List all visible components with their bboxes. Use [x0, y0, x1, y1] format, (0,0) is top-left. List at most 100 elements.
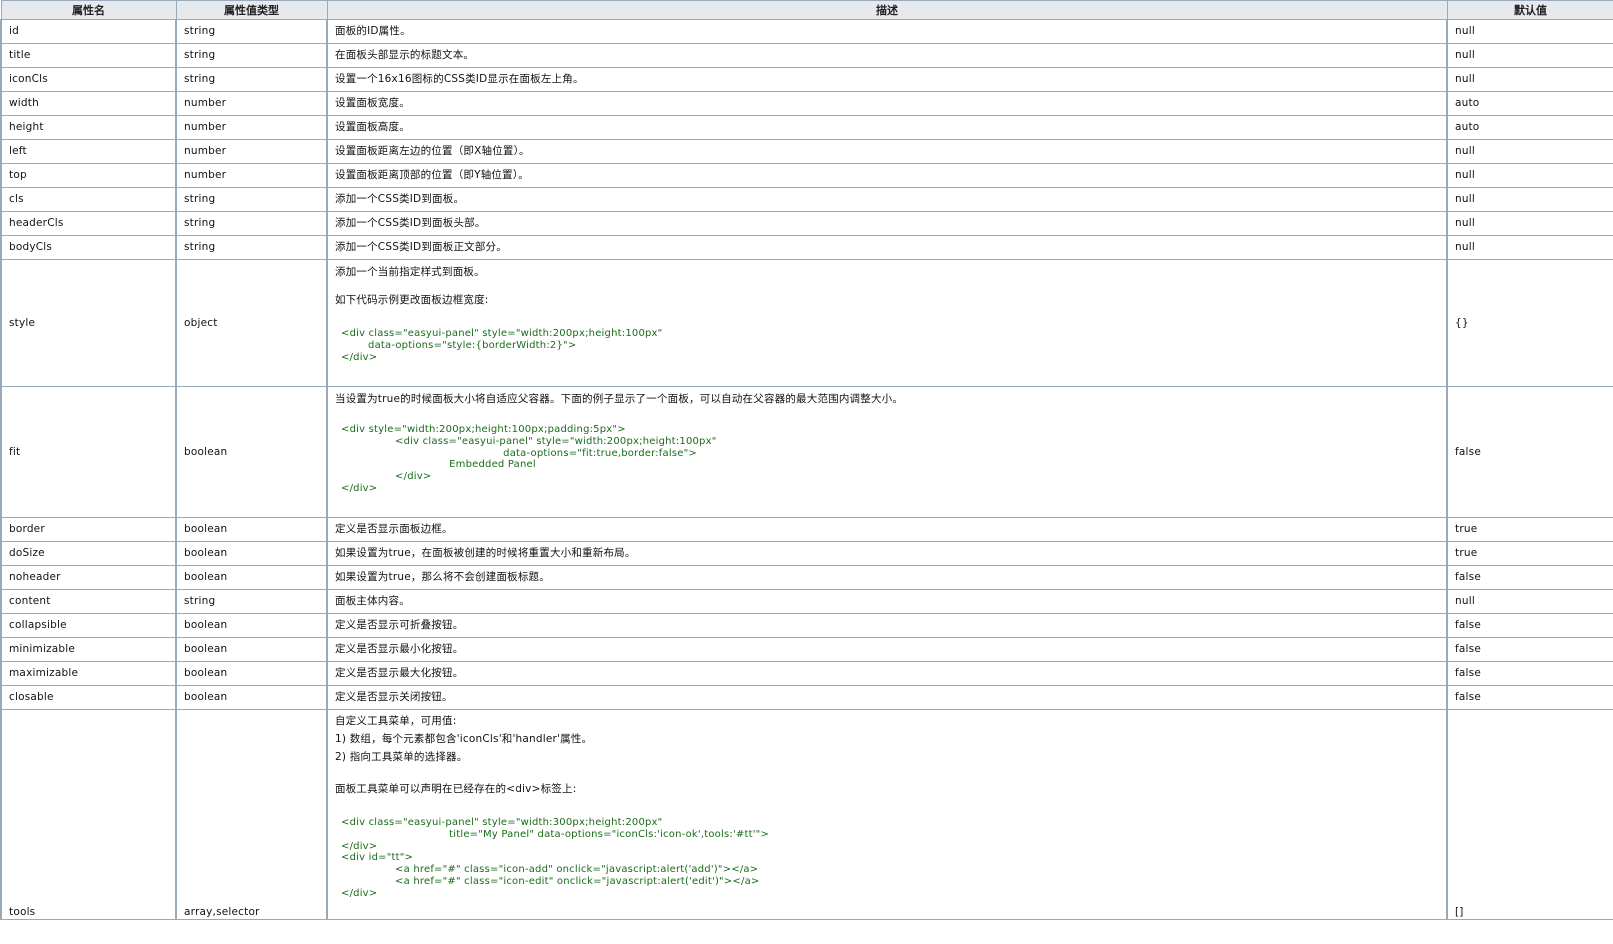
- cell-type: string: [175, 43, 328, 68]
- table-row: style object 添加一个当前指定样式到面板。 如下代码示例更改面板边框…: [0, 259, 1613, 387]
- cell-default: []: [1446, 709, 1613, 920]
- header-default: 默认值: [1446, 0, 1613, 20]
- table-row: width number 设置面板宽度。 auto: [0, 91, 1613, 116]
- cell-default: null: [1446, 19, 1613, 44]
- cell-desc: 面板的ID属性。: [326, 19, 1448, 44]
- cell-default: false: [1446, 661, 1613, 686]
- cell-name: height: [0, 115, 177, 140]
- cell-name: noheader: [0, 565, 177, 590]
- cell-default: null: [1446, 67, 1613, 92]
- cell-desc: 面板主体内容。: [326, 589, 1448, 614]
- cell-type: string: [175, 235, 328, 260]
- table-row: border boolean 定义是否显示面板边框。 true: [0, 517, 1613, 542]
- cell-default: false: [1446, 685, 1613, 710]
- table-row: iconCls string 设置一个16x16图标的CSS类ID显示在面板左上…: [0, 67, 1613, 92]
- table-row: content string 面板主体内容。 null: [0, 589, 1613, 614]
- cell-desc: 设置面板距离左边的位置（即X轴位置）。: [326, 139, 1448, 164]
- cell-default: true: [1446, 541, 1613, 566]
- cell-type: string: [175, 19, 328, 44]
- cell-desc: 定义是否显示面板边框。: [326, 517, 1448, 542]
- table-header-row: 属性名 属性值类型 描述 默认值: [0, 0, 1613, 20]
- cell-desc: 定义是否显示可折叠按钮。: [326, 613, 1448, 638]
- header-desc: 描述: [326, 0, 1448, 20]
- cell-desc: 设置面板高度。: [326, 115, 1448, 140]
- cell-type: number: [175, 139, 328, 164]
- cell-type: number: [175, 91, 328, 116]
- desc-text: 自定义工具菜单，可用值:: [335, 715, 457, 727]
- cell-name: border: [0, 517, 177, 542]
- cell-desc: 设置一个16x16图标的CSS类ID显示在面板左上角。: [326, 67, 1448, 92]
- cell-type: boolean: [175, 541, 328, 566]
- code-sample: <div class="easyui-panel" style="width:2…: [341, 328, 663, 363]
- cell-default: auto: [1446, 91, 1613, 116]
- cell-default: null: [1446, 589, 1613, 614]
- cell-type: array,selector: [175, 709, 328, 920]
- table-row: collapsible boolean 定义是否显示可折叠按钮。 false: [0, 613, 1613, 638]
- table-row: top number 设置面板距离顶部的位置（即Y轴位置）。 null: [0, 163, 1613, 188]
- cell-default: false: [1446, 637, 1613, 662]
- header-name: 属性名: [0, 0, 177, 20]
- cell-name: title: [0, 43, 177, 68]
- cell-default: null: [1446, 163, 1613, 188]
- table-row: tools array,selector 自定义工具菜单，可用值: 1) 数组，…: [0, 709, 1613, 920]
- cell-type: string: [175, 211, 328, 236]
- attribute-table: 属性名 属性值类型 描述 默认值 id string 面板的ID属性。 null…: [0, 0, 1613, 920]
- cell-name: doSize: [0, 541, 177, 566]
- cell-default: null: [1446, 211, 1613, 236]
- cell-type: boolean: [175, 517, 328, 542]
- cell-desc: 定义是否显示最小化按钮。: [326, 637, 1448, 662]
- cell-name: left: [0, 139, 177, 164]
- cell-default: false: [1446, 386, 1613, 518]
- table-row: doSize boolean 如果设置为true，在面板被创建的时候将重置大小和…: [0, 541, 1613, 566]
- cell-default: null: [1446, 235, 1613, 260]
- cell-name: minimizable: [0, 637, 177, 662]
- cell-name: tools: [0, 709, 177, 920]
- cell-default: null: [1446, 43, 1613, 68]
- table-row: noheader boolean 如果设置为true，那么将不会创建面板标题。 …: [0, 565, 1613, 590]
- cell-type: number: [175, 115, 328, 140]
- cell-default: null: [1446, 139, 1613, 164]
- desc-text: 添加一个当前指定样式到面板。: [335, 266, 485, 278]
- cell-type: string: [175, 187, 328, 212]
- cell-type: boolean: [175, 613, 328, 638]
- cell-desc: 自定义工具菜单，可用值: 1) 数组，每个元素都包含'iconCls'和'han…: [326, 709, 1448, 920]
- cell-name: fit: [0, 386, 177, 518]
- cell-type: number: [175, 163, 328, 188]
- table-row: fit boolean 当设置为true的时候面板大小将自适应父容器。下面的例子…: [0, 386, 1613, 518]
- desc-text: 当设置为true的时候面板大小将自适应父容器。下面的例子显示了一个面板，可以自动…: [335, 393, 904, 405]
- cell-name: id: [0, 19, 177, 44]
- table-row: id string 面板的ID属性。 null: [0, 19, 1613, 44]
- table-row: headerCls string 添加一个CSS类ID到面板头部。 null: [0, 211, 1613, 236]
- cell-type: boolean: [175, 386, 328, 518]
- table-row: left number 设置面板距离左边的位置（即X轴位置）。 null: [0, 139, 1613, 164]
- cell-desc: 在面板头部显示的标题文本。: [326, 43, 1448, 68]
- cell-desc: 当设置为true的时候面板大小将自适应父容器。下面的例子显示了一个面板，可以自动…: [326, 386, 1448, 518]
- cell-desc: 添加一个当前指定样式到面板。 如下代码示例更改面板边框宽度: <div clas…: [326, 259, 1448, 387]
- table-row: minimizable boolean 定义是否显示最小化按钮。 false: [0, 637, 1613, 662]
- table-row: closable boolean 定义是否显示关闭按钮。 false: [0, 685, 1613, 710]
- table-row: cls string 添加一个CSS类ID到面板。 null: [0, 187, 1613, 212]
- cell-name: top: [0, 163, 177, 188]
- code-sample: <div style="width:200px;height:100px;pad…: [341, 424, 717, 494]
- cell-name: collapsible: [0, 613, 177, 638]
- cell-name: headerCls: [0, 211, 177, 236]
- desc-text: 面板工具菜单可以声明在已经存在的<div>标签上:: [335, 783, 577, 795]
- cell-name: closable: [0, 685, 177, 710]
- cell-type: string: [175, 589, 328, 614]
- table-row: bodyCls string 添加一个CSS类ID到面板正文部分。 null: [0, 235, 1613, 260]
- cell-name: width: [0, 91, 177, 116]
- cell-desc: 定义是否显示最大化按钮。: [326, 661, 1448, 686]
- cell-name: maximizable: [0, 661, 177, 686]
- table-row: maximizable boolean 定义是否显示最大化按钮。 false: [0, 661, 1613, 686]
- cell-name: iconCls: [0, 67, 177, 92]
- cell-type: boolean: [175, 685, 328, 710]
- table-row: height number 设置面板高度。 auto: [0, 115, 1613, 140]
- desc-text: 如下代码示例更改面板边框宽度:: [335, 294, 489, 306]
- cell-name: content: [0, 589, 177, 614]
- cell-desc: 添加一个CSS类ID到面板。: [326, 187, 1448, 212]
- cell-default: false: [1446, 565, 1613, 590]
- header-type: 属性值类型: [175, 0, 328, 20]
- cell-type: string: [175, 67, 328, 92]
- cell-name: cls: [0, 187, 177, 212]
- cell-desc: 设置面板宽度。: [326, 91, 1448, 116]
